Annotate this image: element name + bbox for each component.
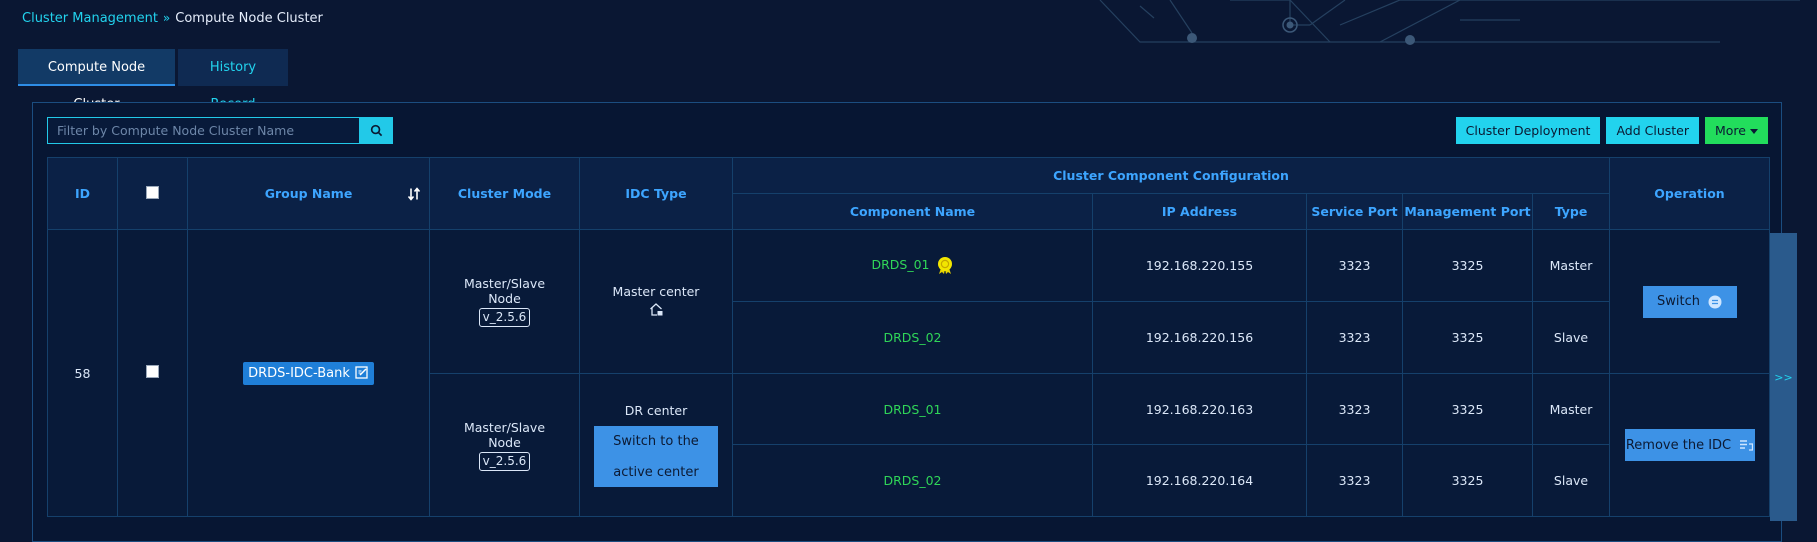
- cell-cluster-mode: Master/Slave Node v_2.5.6: [429, 229, 580, 374]
- header-ip-address: IP Address: [1092, 193, 1307, 230]
- tab-compute-node-cluster[interactable]: Compute Node Cluster: [18, 49, 175, 112]
- header-operation: Operation: [1609, 157, 1770, 230]
- search-button[interactable]: [360, 117, 393, 144]
- cell-service-port: 3323: [1306, 229, 1403, 302]
- cluster-table: ID Group Name Cluster Mode IDC Type Clus…: [47, 157, 1770, 517]
- switch-to-active-line2: active center: [613, 464, 699, 480]
- switch-to-active-line1: Switch to the: [613, 433, 699, 449]
- cell-component-name: DRDS_02: [732, 301, 1093, 374]
- remove-idc-button[interactable]: Remove the IDC: [1624, 429, 1755, 461]
- version-badge: v_2.5.6: [478, 308, 531, 327]
- header-select-all: [117, 157, 188, 230]
- cell-component-name: DRDS_01: [732, 229, 1093, 302]
- cell-idc-type: DR center Switch to the active center: [579, 373, 733, 517]
- header-id: ID: [47, 157, 118, 230]
- component-name: DRDS_01: [883, 401, 942, 417]
- cell-management-port: 3325: [1402, 373, 1533, 445]
- cell-service-port: 3323: [1306, 301, 1403, 374]
- medal-icon: [937, 257, 952, 274]
- group-name-badge[interactable]: DRDS-IDC-Bank: [243, 361, 374, 385]
- component-name: DRDS_02: [883, 473, 942, 488]
- header-cluster-component-config: Cluster Component Configuration: [732, 157, 1610, 194]
- expand-panel-button[interactable]: >>: [1770, 233, 1797, 521]
- cluster-mode-line2: Node: [488, 434, 521, 450]
- list-remove-icon: [1740, 439, 1754, 451]
- table-row: 58 DRDS-IDC-Bank Master/Slave Node v_2.5…: [47, 229, 1770, 517]
- circuit-decoration: [1099, 0, 1800, 45]
- switch-button[interactable]: Switch: [1642, 285, 1737, 318]
- component-name: DRDS_02: [883, 330, 942, 345]
- add-cluster-button[interactable]: Add Cluster: [1606, 117, 1699, 144]
- search-input[interactable]: [47, 117, 360, 144]
- cell-cluster-mode: Master/Slave Node v_2.5.6: [429, 373, 580, 517]
- header-cluster-mode: Cluster Mode: [429, 157, 580, 230]
- select-all-checkbox[interactable]: [146, 185, 159, 199]
- switch-icon: [1708, 295, 1722, 308]
- cell-component-name: DRDS_01: [732, 373, 1093, 445]
- header-type: Type: [1532, 193, 1610, 230]
- tab-bar: Compute Node Cluster History Record: [18, 49, 288, 112]
- cluster-deployment-button[interactable]: Cluster Deployment: [1455, 117, 1601, 144]
- breadcrumb: Cluster Management » Compute Node Cluster: [22, 11, 323, 26]
- component-name: DRDS_01: [871, 257, 930, 272]
- cell-type: Slave: [1532, 301, 1610, 374]
- idc-type-label: Master center: [612, 283, 700, 299]
- home-icon: [649, 302, 662, 316]
- switch-label: Switch: [1657, 294, 1700, 309]
- remove-idc-label: Remove the IDC: [1625, 437, 1732, 453]
- table-header-row: ID Group Name Cluster Mode IDC Type Clus…: [47, 157, 1770, 230]
- caret-down-icon: [1750, 129, 1758, 134]
- header-group-name-label: Group Name: [264, 186, 353, 201]
- breadcrumb-separator-icon: »: [162, 11, 171, 25]
- cell-operation: Switch: [1609, 229, 1770, 374]
- tab-history-record[interactable]: History Record: [178, 49, 288, 112]
- search-bar: [47, 117, 393, 144]
- cell-operation: Remove the IDC: [1609, 373, 1770, 517]
- cell-component-name: DRDS_02: [732, 444, 1093, 517]
- edit-icon[interactable]: [355, 366, 369, 380]
- cell-management-port: 3325: [1402, 444, 1533, 517]
- breadcrumb-cluster-management[interactable]: Cluster Management: [22, 11, 158, 26]
- more-button[interactable]: More: [1705, 117, 1768, 144]
- cluster-mode-line2: Node: [488, 291, 521, 306]
- cell-type: Slave: [1532, 444, 1610, 517]
- cell-ip-address: 192.168.220.164: [1092, 444, 1307, 517]
- header-idc-type: IDC Type: [579, 157, 733, 230]
- cluster-panel: Cluster Deployment Add Cluster More ID G…: [32, 102, 1782, 542]
- cell-type: Master: [1532, 229, 1610, 302]
- header-management-port: Management Port: [1402, 193, 1533, 230]
- group-name-label: DRDS-IDC-Bank: [248, 365, 350, 381]
- cell-group-name: DRDS-IDC-Bank: [187, 229, 430, 517]
- more-label: More: [1715, 123, 1746, 138]
- sort-icon[interactable]: [408, 187, 421, 200]
- cell-ip-address: 192.168.220.156: [1092, 301, 1307, 374]
- header-group-name: Group Name: [187, 157, 430, 230]
- cluster-mode-line1: Master/Slave: [463, 419, 546, 435]
- cell-idc-type: Master center: [579, 229, 733, 374]
- toolbar-actions: Cluster Deployment Add Cluster More: [1455, 117, 1768, 144]
- idc-type-label: DR center: [624, 403, 688, 418]
- cluster-mode-line1: Master/Slave: [463, 276, 546, 291]
- cell-type: Master: [1532, 373, 1610, 445]
- header-service-port: Service Port: [1306, 193, 1403, 230]
- cell-select: [117, 229, 188, 517]
- cell-service-port: 3323: [1306, 444, 1403, 517]
- breadcrumb-current: Compute Node Cluster: [175, 11, 323, 26]
- cell-management-port: 3325: [1402, 301, 1533, 374]
- cell-service-port: 3323: [1306, 373, 1403, 445]
- header-component-name: Component Name: [732, 193, 1093, 230]
- row-checkbox[interactable]: [146, 365, 159, 378]
- search-icon: [370, 124, 383, 137]
- switch-to-active-center-button[interactable]: Switch to the active center: [594, 426, 718, 487]
- version-badge: v_2.5.6: [478, 451, 531, 471]
- cell-ip-address: 192.168.220.155: [1092, 229, 1307, 302]
- cell-management-port: 3325: [1402, 229, 1533, 302]
- cell-ip-address: 192.168.220.163: [1092, 373, 1307, 445]
- cell-id: 58: [47, 229, 118, 517]
